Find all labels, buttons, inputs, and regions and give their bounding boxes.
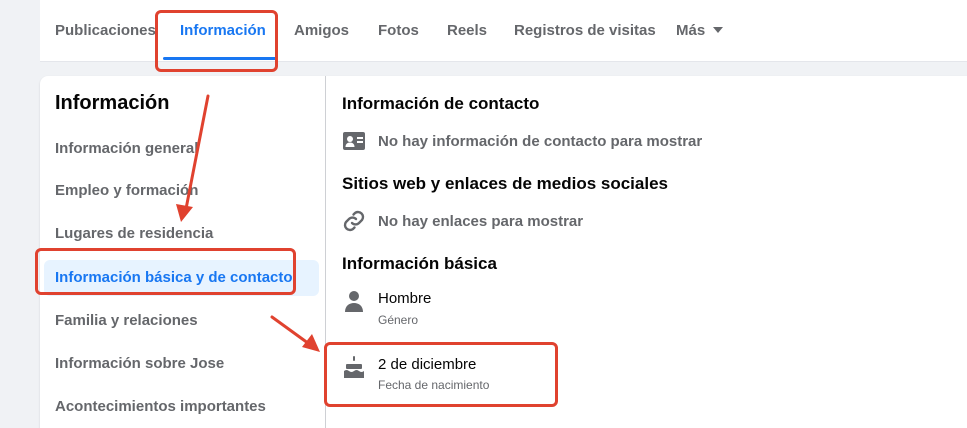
- caret-down-icon: [713, 27, 724, 34]
- tab-mas[interactable]: Más: [676, 0, 724, 62]
- tab-reels[interactable]: Reels: [447, 0, 487, 62]
- profile-tab-bar: Publicaciones Información Amigos Fotos R…: [40, 0, 967, 62]
- tab-mas-label: Más: [676, 22, 706, 39]
- tab-registros-de-visitas[interactable]: Registros de visitas: [514, 0, 656, 62]
- link-icon: [343, 210, 365, 232]
- sidebar-item-informacion-sobre[interactable]: Información sobre Jose: [44, 346, 319, 382]
- sidebar-item-empleo-formacion[interactable]: Empleo y formación: [44, 173, 319, 209]
- tab-fotos[interactable]: Fotos: [378, 0, 419, 62]
- about-sidebar: Información Información general Empleo y…: [40, 76, 326, 428]
- tab-informacion[interactable]: Información: [180, 0, 266, 62]
- sidebar-item-informacion-basica-contacto[interactable]: Información básica y de contacto: [44, 260, 319, 296]
- contact-card-icon: [343, 132, 365, 150]
- contact-empty-text: No hay información de contacto para most…: [378, 133, 703, 150]
- sidebar-item-acontecimientos[interactable]: Acontecimientos importantes: [44, 389, 319, 425]
- active-tab-indicator: [163, 57, 277, 60]
- basic-section-title: Información básica: [342, 254, 497, 273]
- birthday-cake-icon: [344, 356, 364, 378]
- about-content: Información de contacto No hay informaci…: [342, 76, 967, 428]
- person-icon: [345, 291, 363, 312]
- gender-label: Género: [378, 313, 419, 327]
- birthday-value: 2 de diciembre: [378, 356, 477, 373]
- sidebar-item-lugares-residencia[interactable]: Lugares de residencia: [44, 216, 319, 252]
- contact-section-title: Información de contacto: [342, 94, 540, 113]
- websites-section-title: Sitios web y enlaces de medios sociales: [342, 174, 668, 193]
- tab-amigos[interactable]: Amigos: [294, 0, 349, 62]
- sidebar-title: Información: [55, 92, 170, 114]
- gender-value: Hombre: [378, 290, 432, 307]
- tab-publicaciones[interactable]: Publicaciones: [55, 0, 156, 62]
- sidebar-item-familia-relaciones[interactable]: Familia y relaciones: [44, 303, 319, 339]
- birthday-label: Fecha de nacimiento: [378, 378, 490, 392]
- about-card: Información Información general Empleo y…: [40, 76, 967, 428]
- websites-empty-text: No hay enlaces para mostrar: [378, 213, 584, 230]
- sidebar-item-informacion-general[interactable]: Información general: [44, 131, 319, 167]
